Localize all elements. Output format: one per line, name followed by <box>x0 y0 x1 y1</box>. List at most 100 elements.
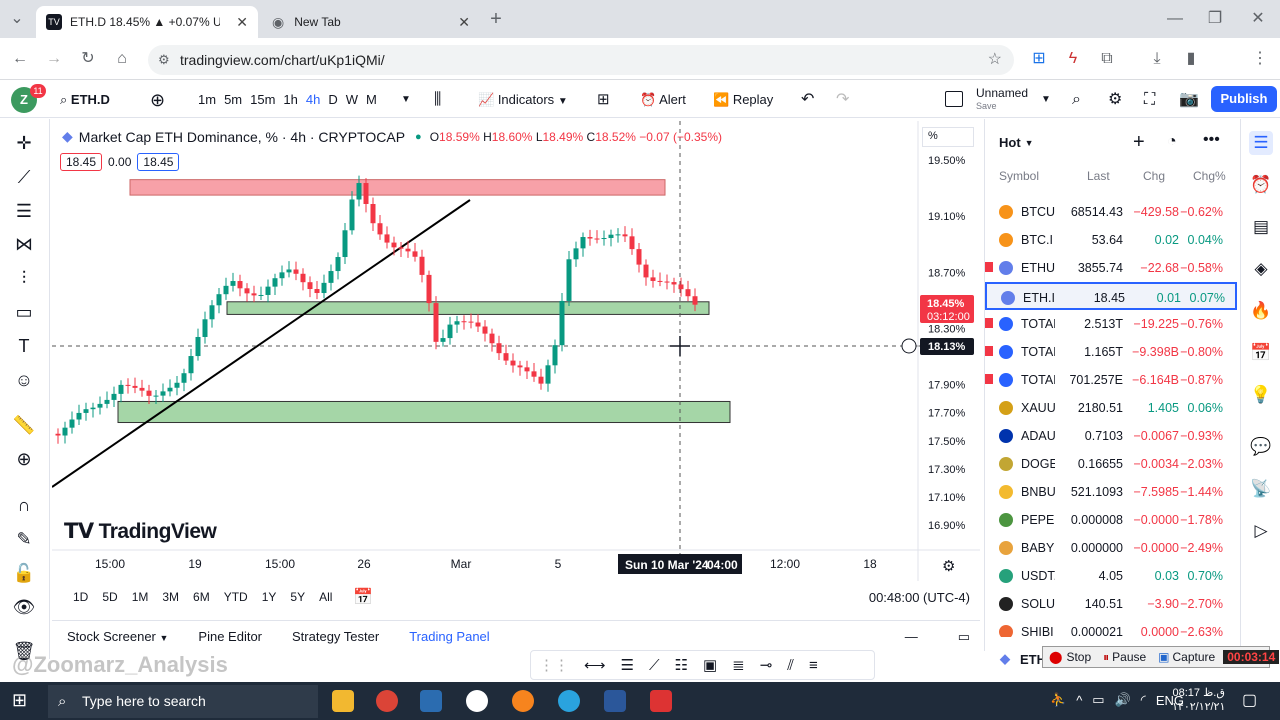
minimize-panel-icon[interactable]: — <box>905 629 918 644</box>
translate-icon[interactable]: ⊞ <box>1028 49 1050 69</box>
ideas-icon[interactable]: 💡 <box>1249 383 1273 407</box>
watchlist-row[interactable]: ETH.I 18.45 0.01 0.07% <box>985 282 1237 310</box>
word-icon[interactable] <box>604 690 626 712</box>
more-options-icon[interactable]: ••• <box>1203 131 1220 149</box>
gann-icon[interactable]: ≡ <box>809 657 818 674</box>
add-symbol-icon[interactable]: + <box>1133 131 1145 154</box>
range-1M[interactable]: 1M <box>132 590 149 604</box>
tray-person-icon[interactable]: ⛹ <box>1050 692 1066 708</box>
notifications-icon[interactable]: ▢ <box>1242 690 1257 710</box>
recorder-app-icon[interactable] <box>650 690 672 712</box>
trendline-icon[interactable]: ⟋ <box>649 657 660 674</box>
range-5D[interactable]: 5D <box>102 590 117 604</box>
minimize-icon[interactable]: — <box>1165 9 1185 29</box>
battery-icon[interactable]: ▭ <box>1092 692 1104 708</box>
watchlist-row[interactable]: BNBU 521.1093 −7.5985 −1.44% <box>985 478 1237 506</box>
price-chart[interactable]: 19.50% 19.10% 18.70% 18.30% 17.90% 17.70% 17.5… <box>52 121 980 581</box>
ruler-icon[interactable]: 📏 <box>12 413 36 437</box>
interval-1m[interactable]: 1m <box>198 90 216 110</box>
ray-icon[interactable]: ⊸ <box>760 656 773 674</box>
tab-stock-screener[interactable]: Stock Screener ▼ <box>67 629 168 644</box>
tray-up-icon[interactable]: ^ <box>1076 693 1082 708</box>
close-tab-icon[interactable]: ✕ <box>458 14 470 31</box>
hotlists-icon[interactable]: 🔥 <box>1249 299 1273 323</box>
sidepanel-icon[interactable]: ▮ <box>1180 49 1202 69</box>
browser-tab-tradingview[interactable]: TV ETH.D 18.45% ▲ +0.07% Unna ✕ <box>36 6 258 38</box>
tab-strategy-tester[interactable]: Strategy Tester <box>292 629 379 644</box>
header-chg-pct[interactable]: Chg% <box>1193 169 1226 183</box>
fullscreen-icon[interactable]: ⛶ <box>1144 90 1155 110</box>
advanced-view-icon[interactable]: ◔ <box>1167 133 1177 151</box>
drag-handle-icon[interactable]: ⋮⋮ <box>539 656 569 674</box>
puzzle-icon[interactable]: ⧉ <box>1096 49 1118 69</box>
record-stop-icon[interactable]: ⬤ <box>1049 650 1062 664</box>
interval-5m[interactable]: 5m <box>224 90 242 110</box>
crosshair-icon[interactable]: ✛ <box>12 131 36 155</box>
watchlist-row[interactable]: XAUU 2180.51 1.405 0.06% <box>985 394 1237 422</box>
range-6M[interactable]: 6M <box>193 590 210 604</box>
watchlist-row[interactable]: DOGE 0.16655 −0.0034 −2.03% <box>985 450 1237 478</box>
calendar-icon[interactable]: 📅 <box>353 587 373 607</box>
undo-icon[interactable]: ↶ <box>801 90 814 110</box>
expand-icon[interactable]: ▷ <box>1249 519 1273 543</box>
chart-pane[interactable]: 19.50% 19.10% 18.70% 18.30% 17.90% 17.70% 17.5… <box>52 121 980 609</box>
watchlist-row[interactable]: USDT. 4.05 0.03 0.70% <box>985 562 1237 590</box>
close-tab-icon[interactable]: ✕ <box>236 14 248 31</box>
reload-icon[interactable]: ↻ <box>78 49 98 69</box>
header-chg[interactable]: Chg <box>1143 169 1165 183</box>
pattern-icon[interactable]: ⋈ <box>12 232 36 256</box>
watchlist-row[interactable]: TOTAI 701.257E −6.164B −0.87% <box>985 366 1237 394</box>
watchlist-row[interactable]: PEPEI 0.000008 −0.0000 −1.78% <box>985 506 1237 534</box>
taskbar-search[interactable]: ⌕ Type here to search <box>48 685 318 718</box>
watchlist-icon[interactable]: ☰ <box>1249 131 1273 155</box>
magnet-icon[interactable]: ∩ <box>12 493 36 517</box>
forecast-icon[interactable]: ⫶ <box>12 266 36 290</box>
streams-icon[interactable]: 📡 <box>1249 477 1273 501</box>
interval-1h[interactable]: 1h <box>283 90 297 110</box>
download-icon[interactable]: ⤓ <box>1146 49 1168 69</box>
horizontal-line-icon[interactable]: ⟷ <box>584 656 606 674</box>
chat-icon[interactable]: 💬 <box>1249 435 1273 459</box>
maximize-panel-icon[interactable]: ▭ <box>958 629 970 645</box>
range-3M[interactable]: 3M <box>162 590 179 604</box>
axis-settings-icon[interactable]: ⚙ <box>942 557 955 575</box>
bookmark-star-icon[interactable]: ☆ <box>988 45 1002 75</box>
calendar-icon[interactable]: 📅 <box>1249 341 1273 365</box>
watchlist-row[interactable]: BTCU 68514.43 −429.58 −0.62% <box>985 198 1237 226</box>
range-YTD[interactable]: YTD <box>224 590 248 604</box>
settings-icon[interactable]: ⚙ <box>1108 90 1122 110</box>
range-1D[interactable]: 1D <box>73 590 88 604</box>
sell-price[interactable]: 18.45 <box>60 153 103 171</box>
channel-icon[interactable]: ☰ <box>621 656 634 674</box>
telegram-icon[interactable] <box>558 690 580 712</box>
watchlist-row[interactable]: TOTAI 2.513T −19.225 −0.76% <box>985 310 1237 338</box>
layout-icon[interactable] <box>945 91 963 107</box>
windows-start-icon[interactable]: ⊞ <box>12 690 27 711</box>
interval-15m[interactable]: 15m <box>250 90 275 110</box>
watchlist-title[interactable]: Hot ▼ <box>999 135 1034 150</box>
capture-icon[interactable]: ▣ <box>1158 650 1169 664</box>
trendline-icon[interactable]: ⟋ <box>12 165 36 189</box>
draw-mode-icon[interactable]: ✎ <box>12 527 36 551</box>
layout-name-button[interactable]: Unnamed Save <box>976 87 1028 113</box>
emoji-icon[interactable]: ☺ <box>12 368 36 392</box>
alert-button[interactable]: ⏰ Alert <box>640 90 686 110</box>
buy-price[interactable]: 18.45 <box>137 153 180 171</box>
data-window-icon[interactable]: ▤ <box>1249 215 1273 239</box>
interval-4h[interactable]: 4h <box>306 90 320 110</box>
header-symbol[interactable]: Symbol <box>999 169 1039 183</box>
pause-button[interactable]: Pause <box>1112 650 1146 664</box>
replay-button[interactable]: ⏪ Replay <box>713 90 773 110</box>
symbol-search[interactable]: ⌕ ETH.D <box>60 90 110 110</box>
file-explorer-icon[interactable] <box>332 690 354 712</box>
pause-icon[interactable]: ⏸ <box>1103 650 1109 665</box>
tab-search-icon[interactable]: ⌄ <box>6 9 28 29</box>
shapes-icon[interactable]: ▭ <box>12 300 36 324</box>
lock-icon[interactable]: 🔓 <box>12 561 36 585</box>
candle-type-icon[interactable]: ⫼ <box>434 90 441 110</box>
alerts-clock-icon[interactable]: ⏰ <box>1249 173 1273 197</box>
watchlist-row[interactable]: ADAU 0.7103 −0.0067 −0.93% <box>985 422 1237 450</box>
symbol-details-peek[interactable]: ◆ ETH <box>1000 651 1046 667</box>
tab-pine-editor[interactable]: Pine Editor <box>198 629 262 644</box>
maximize-icon[interactable]: ❐ <box>1205 9 1225 29</box>
